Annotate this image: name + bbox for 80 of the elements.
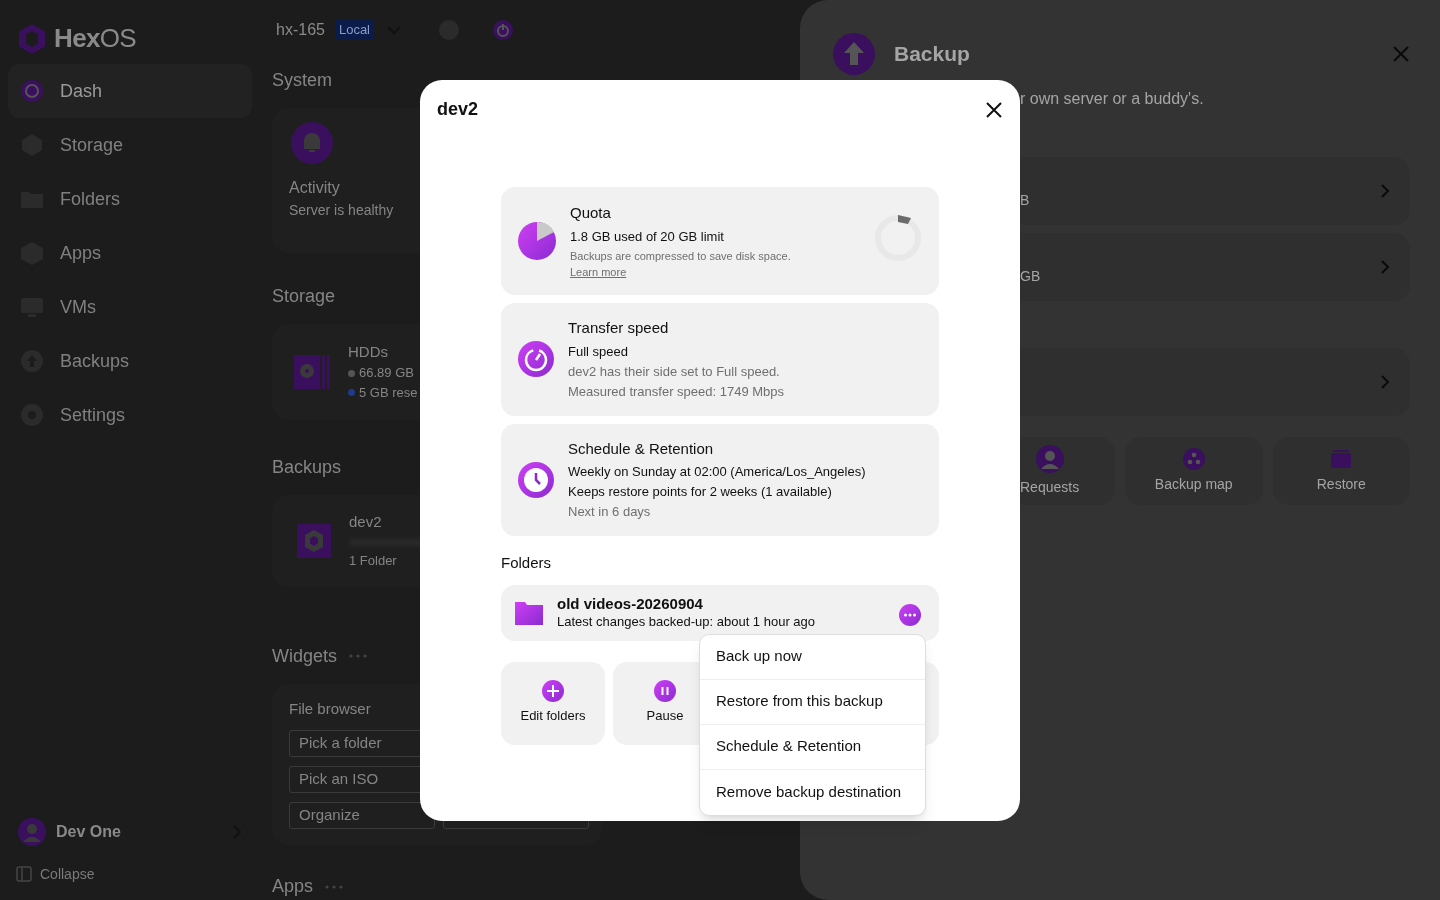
learn-more-link[interactable]: Learn more <box>570 265 627 278</box>
plus-icon <box>542 680 564 703</box>
upload-icon <box>833 33 875 75</box>
sidebar-icon <box>16 866 32 882</box>
drawer-description: r own server or a buddy's. <box>1020 89 1204 109</box>
pause-icon <box>654 680 676 703</box>
gauge-icon <box>18 77 46 105</box>
action-button[interactable]: Edit folders <box>501 661 605 745</box>
storage-stat: 66.89 GB <box>359 364 414 383</box>
tile-button[interactable]: Restore <box>1272 437 1410 505</box>
folder-name: old videos-20260904 <box>557 594 703 613</box>
menu-item[interactable]: Restore from this backup <box>700 679 925 725</box>
card-text: Weekly on Sunday at 02:00 (America/Los_Angeles) <box>568 463 866 481</box>
folder-status: Latest changes backed-up: about 1 hour ago <box>557 612 816 631</box>
section-title: Widgets <box>272 644 338 668</box>
card-title: Quota <box>570 203 611 224</box>
card-text: Full speed <box>568 342 628 361</box>
card-title: dev2 <box>349 512 382 532</box>
card-title: File browser <box>289 698 371 719</box>
section-title: Backups <box>272 455 342 479</box>
storage-stat: 5 GB rese <box>359 383 418 402</box>
nav-item[interactable]: Apps <box>8 226 252 280</box>
nav-item[interactable]: Folders <box>8 172 252 226</box>
card-text: Measured transfer speed: 1749 Mbps <box>568 382 785 401</box>
menu-item[interactable]: Remove backup destination <box>700 769 925 815</box>
avatar-icon <box>18 818 46 846</box>
nav-item[interactable]: Storage <box>8 118 252 172</box>
nav-item[interactable]: Backups <box>8 334 252 388</box>
close-icon[interactable] <box>985 100 1003 119</box>
user-icon <box>1035 444 1064 473</box>
nav-item[interactable]: Settings <box>8 388 252 442</box>
collapse-button[interactable]: Collapse <box>0 852 260 896</box>
card-text: Keeps restore points for 2 weeks (1 available) <box>568 483 832 501</box>
destination-detail: GB <box>1020 266 1041 286</box>
section-title: Folders <box>501 553 552 573</box>
card-subtitle: 1 Folder <box>349 551 397 570</box>
bell-icon <box>291 122 333 165</box>
chevron-right-icon <box>1380 183 1390 199</box>
more-icon <box>325 884 344 889</box>
section-title: System <box>272 69 332 93</box>
user-menu-button[interactable]: Dev One <box>0 812 260 852</box>
nav-item[interactable]: Dash <box>8 64 252 118</box>
destination-row[interactable]: B <box>1020 157 1410 225</box>
spinner-icon <box>874 214 922 262</box>
server-name: hx-165 <box>276 19 325 40</box>
destination-row[interactable]: GB <box>1020 233 1410 301</box>
card-title: Transfer speed <box>568 318 669 338</box>
chevron-right-icon <box>1380 374 1390 390</box>
chevron-right-icon <box>1380 259 1390 275</box>
drawer-title: Backup <box>894 41 970 68</box>
card-title: HDDs <box>348 341 388 362</box>
hard-drive-icon <box>294 353 330 390</box>
menu-item[interactable]: Schedule & Retention <box>700 724 925 770</box>
modal-title: dev2 <box>437 98 479 121</box>
card-text: dev2 has their side set to Full speed. <box>568 362 780 381</box>
more-icon[interactable] <box>899 603 921 626</box>
clock-icon <box>518 461 554 498</box>
card-title: Schedule & Retention <box>568 438 714 459</box>
more-icon <box>349 654 368 658</box>
tile-button[interactable]: Requests <box>1020 437 1115 505</box>
speedometer-icon <box>518 341 554 378</box>
nav-item[interactable]: VMs <box>8 280 252 334</box>
pie-chart-icon <box>518 222 556 260</box>
card-subtitle: Server is healthy <box>289 201 394 221</box>
tile-button[interactable]: Backup map <box>1125 437 1263 505</box>
logo-text: HexOS <box>54 22 136 55</box>
card-note: Backups are compressed to save disk space. Learn more <box>570 248 792 280</box>
card-text: 1.8 GB used of 20 GB limit <box>570 227 724 246</box>
card-text: Next in 6 days <box>568 503 651 521</box>
menu-item[interactable]: Back up now <box>700 634 925 680</box>
network-icon <box>1182 447 1205 470</box>
power-icon[interactable] <box>492 18 514 41</box>
section-title: Apps <box>272 875 314 898</box>
server-badge: Local <box>334 18 374 41</box>
folder-icon <box>515 600 543 625</box>
box-icon <box>1330 447 1353 470</box>
destination-detail: B <box>1020 190 1030 210</box>
hexagon-logo-icon <box>18 22 46 55</box>
card-title: Activity <box>289 178 340 199</box>
section-title: Storage <box>272 284 336 308</box>
